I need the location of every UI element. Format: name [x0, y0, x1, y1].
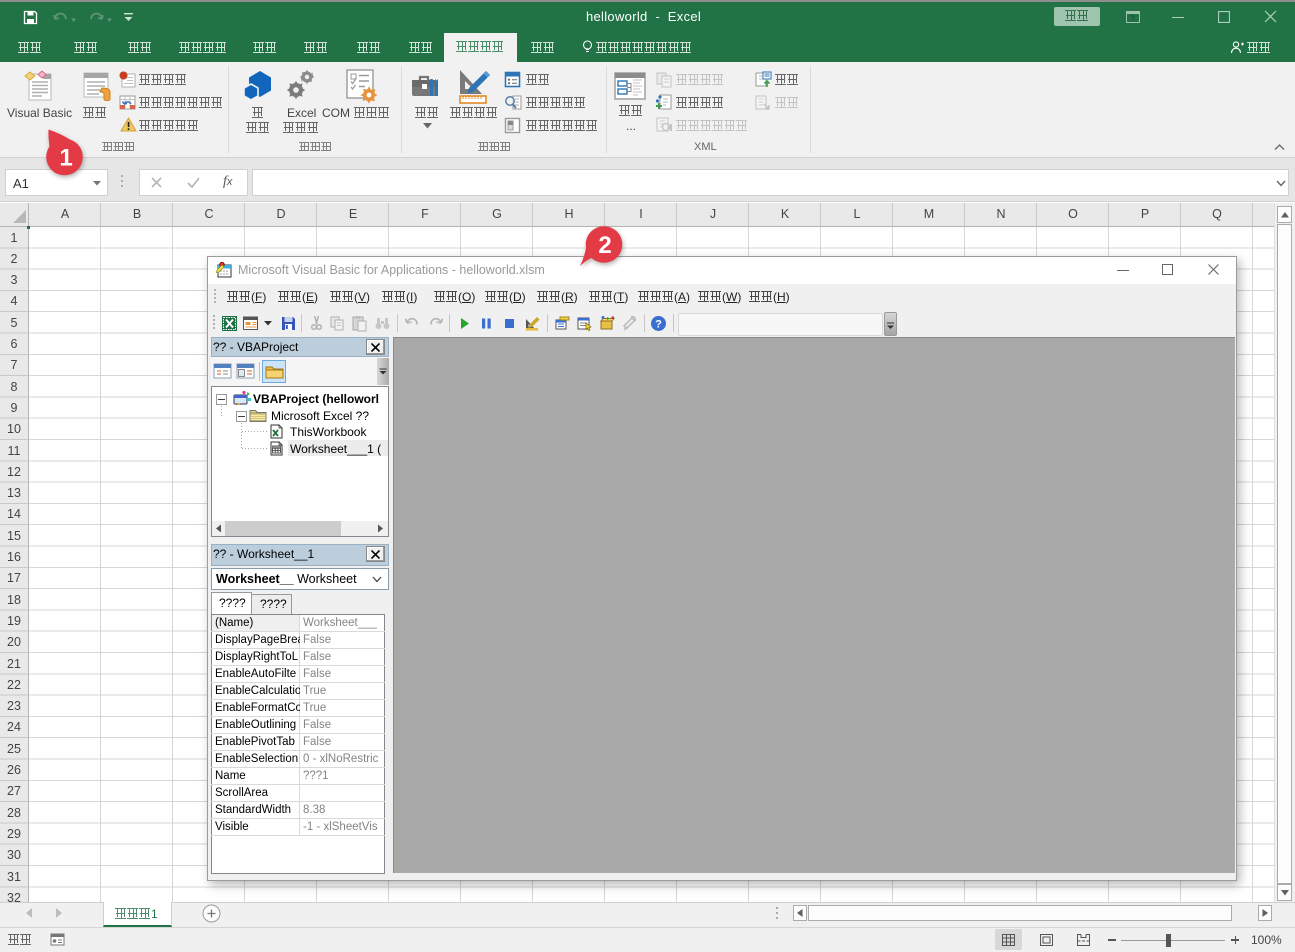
svg-text:?: ? [655, 319, 662, 331]
svg-text:1: 1 [59, 145, 72, 172]
svg-text:2: 2 [598, 232, 611, 259]
